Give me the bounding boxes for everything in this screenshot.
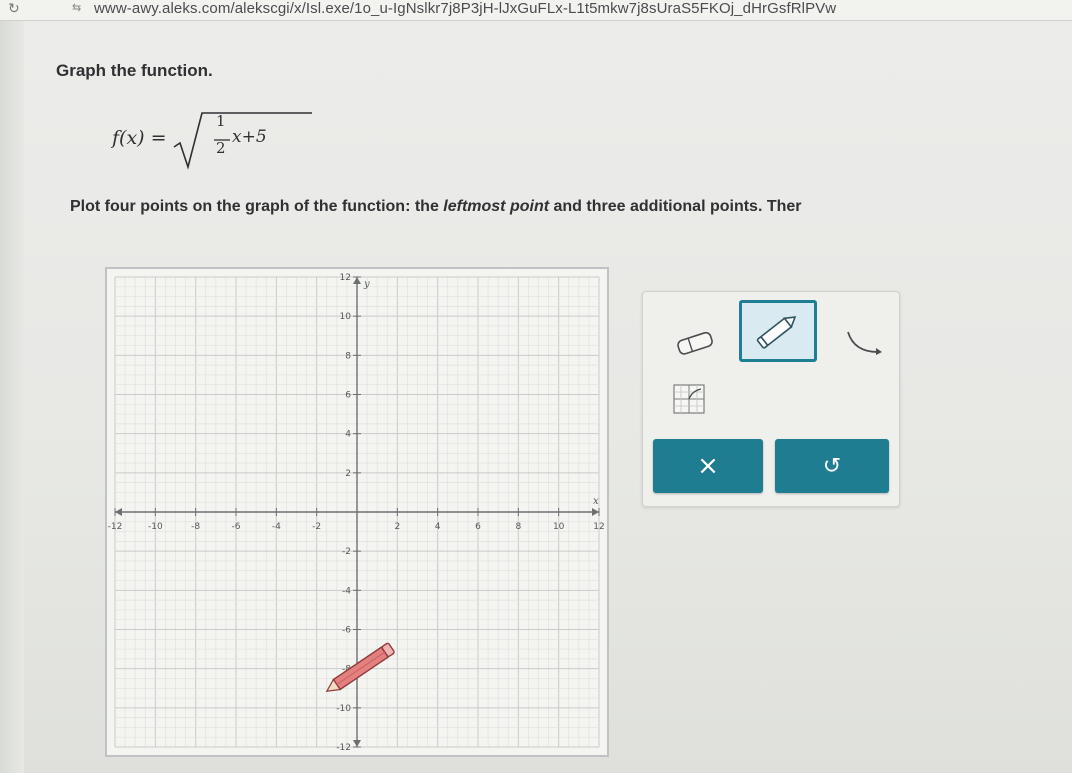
radicand-rest: x+5 [232, 127, 267, 147]
function-name: f(x) = [112, 127, 167, 149]
pencil-cursor-icon [325, 642, 395, 692]
y-tick-label: 4 [345, 430, 351, 440]
x-tick-label: 10 [553, 522, 565, 532]
x-tick-label: 4 [435, 522, 441, 532]
browser-address-bar[interactable]: ↻ ⇆ www-awy.aleks.com/alekscgi/x/Isl.exe… [0, 0, 1072, 21]
x-tick-label: 2 [394, 522, 400, 532]
x-tick-label: -8 [191, 522, 200, 532]
x-tick-label: 8 [515, 522, 521, 532]
left-edge [0, 21, 24, 773]
mini-grid-icon [673, 384, 705, 414]
y-axis-arrow-down [353, 740, 361, 747]
y-tick-label: -10 [336, 704, 351, 714]
url-text[interactable]: www-awy.aleks.com/alekscgi/x/Isl.exe/1o_… [94, 0, 836, 17]
half-graph-tool[interactable] [663, 376, 715, 422]
fraction-denominator: 2 [216, 139, 226, 157]
plot-instruction: Plot four points on the graph of the fun… [70, 198, 802, 216]
eraser-point-icon [677, 331, 713, 355]
curve-tool[interactable] [829, 314, 895, 372]
undo-icon: ↺ [822, 453, 842, 479]
y-axis-arrow [353, 277, 361, 284]
y-axis-label: y [363, 279, 370, 290]
x-tick-label: -2 [312, 522, 321, 532]
y-tick-label: -2 [342, 547, 351, 557]
y-tick-label: -12 [336, 743, 351, 753]
x-axis-label: x [593, 496, 599, 507]
graph-toolbox: × ↺ [642, 291, 900, 507]
clear-button[interactable]: × [653, 439, 763, 493]
plot-instruction-part1: Plot four points on the graph of the fun… [70, 198, 444, 215]
x-tick-label: 6 [475, 522, 481, 532]
plot-instruction-part2: and three additional points. Ther [549, 198, 802, 215]
function-formula: f(x) = 1 2 x+5 [112, 107, 312, 177]
x-tick-label: 12 [593, 522, 604, 532]
pencil-tool[interactable] [739, 300, 817, 362]
reload-icon[interactable]: ↻ [8, 0, 20, 17]
pencil-icon [756, 316, 797, 349]
x-tick-label: -12 [108, 522, 123, 532]
instruction-text: Graph the function. [56, 61, 213, 80]
fraction-numerator: 1 [216, 112, 226, 130]
point-tool[interactable] [663, 314, 729, 372]
site-info-icon[interactable]: ⇆ [72, 1, 81, 14]
y-tick-label: 12 [340, 273, 351, 283]
plot-instruction-emph: leftmost point [443, 198, 550, 215]
page-content: Graph the function. f(x) = 1 2 x+5 Plot … [0, 21, 1072, 773]
close-icon: × [697, 451, 719, 481]
y-tick-label: 10 [340, 312, 352, 322]
undo-button[interactable]: ↺ [775, 439, 889, 493]
y-tick-label: 2 [345, 469, 351, 479]
x-axis-arrow [592, 508, 599, 516]
y-tick-label: 8 [345, 351, 351, 361]
x-tick-label: -4 [272, 522, 281, 532]
y-tick-label: 6 [345, 391, 351, 401]
square-root-curve-icon [847, 331, 882, 355]
x-tick-label: -6 [232, 522, 241, 532]
x-axis-arrow-left [115, 508, 122, 516]
x-tick-label: -10 [148, 522, 163, 532]
y-tick-label: -4 [342, 586, 351, 596]
